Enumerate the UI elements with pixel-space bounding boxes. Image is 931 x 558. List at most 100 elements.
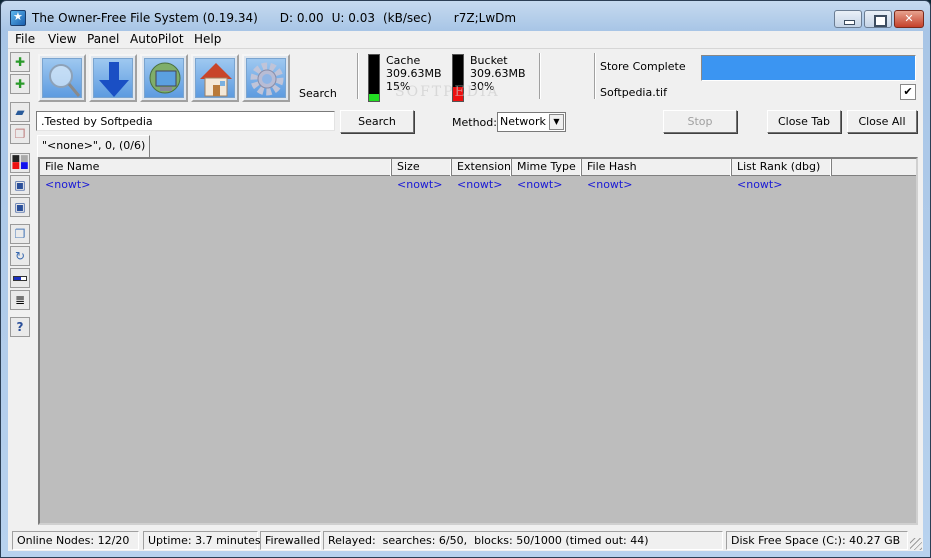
maximize-button[interactable] xyxy=(864,10,892,28)
stop-button[interactable]: Stop xyxy=(663,110,737,133)
toolbar-home-button[interactable] xyxy=(191,54,239,102)
refresh-icon: ↻ xyxy=(14,249,26,263)
toolbar-network-button[interactable] xyxy=(140,54,188,102)
column-header-list-rank[interactable]: List Rank (dbg) xyxy=(732,159,832,176)
open-folder-icon: ▰ xyxy=(15,105,25,119)
close-tab-button[interactable]: Close Tab xyxy=(767,110,841,133)
status-online-nodes: Online Nodes: 12/20 xyxy=(12,531,139,550)
menu-help[interactable]: Help xyxy=(194,32,221,46)
cache-label: Cache xyxy=(386,54,421,67)
paste-icon: ❐ xyxy=(14,227,26,241)
help-icon: ? xyxy=(16,320,24,334)
search-input[interactable] xyxy=(36,111,335,131)
palette-button[interactable]: ■■ ■■ xyxy=(10,153,30,173)
download-rate: D: 0.00 xyxy=(279,11,324,25)
bucket-meter xyxy=(452,54,464,102)
rate-unit: (kB/sec) xyxy=(382,11,432,25)
app-title: The Owner-Free File System (0.19.34) xyxy=(32,11,258,25)
save-icon: ▣ xyxy=(14,178,26,192)
gear-icon xyxy=(250,62,284,96)
refresh-button[interactable]: ↻ xyxy=(10,246,30,266)
title-bar[interactable]: The Owner-Free File System (0.19.34) D: 0… xyxy=(1,1,930,31)
globe-monitor-icon xyxy=(149,62,181,94)
menu-autopilot[interactable]: AutoPilot xyxy=(130,32,184,46)
store-complete-checkbox[interactable]: ✔ xyxy=(900,84,916,100)
save-icon: ▣ xyxy=(14,200,26,214)
home-icon xyxy=(200,63,232,97)
close-all-button[interactable]: Close All xyxy=(847,110,917,133)
cell-mime-type: <nowt> xyxy=(517,178,563,191)
status-bar: Online Nodes: 12/20 Uptime: 3.7 minutes … xyxy=(8,529,923,551)
bucket-info: Bucket 309.63MB 30% xyxy=(470,54,526,93)
app-window: The Owner-Free File System (0.19.34) D: 0… xyxy=(0,0,931,558)
result-tab[interactable]: "<none>", 0, (0/6) xyxy=(37,135,151,157)
menu-panel[interactable]: Panel xyxy=(87,32,119,46)
column-header-file-name[interactable]: File Name xyxy=(40,159,392,176)
method-value: Network xyxy=(500,115,546,128)
toolbar-separator xyxy=(594,53,596,99)
column-header-file-hash[interactable]: File Hash xyxy=(582,159,732,176)
method-select[interactable]: Network ▼ xyxy=(497,112,566,132)
cache-info: Cache 309.63MB 15% xyxy=(386,54,442,93)
search-button[interactable]: Search xyxy=(340,110,414,133)
save-as-button[interactable]: ▣ xyxy=(10,197,30,217)
copy-button[interactable]: ❐ xyxy=(10,124,30,144)
status-relayed: Relayed: searches: 6/50, blocks: 50/1000… xyxy=(323,531,723,550)
method-label: Method: xyxy=(452,116,497,129)
copy-icon: ❐ xyxy=(14,127,26,141)
cache-meter-fill xyxy=(369,94,379,101)
toolbar-separator xyxy=(539,53,541,99)
add-document-icon: ✚ xyxy=(14,77,26,91)
column-header-size[interactable]: Size xyxy=(392,159,452,176)
status-disk-space: Disk Free Space (C:): 40.27 GB xyxy=(726,531,908,550)
maximize-icon xyxy=(865,11,891,27)
minimize-button[interactable] xyxy=(834,10,862,28)
cell-file-hash: <nowt> xyxy=(587,178,633,191)
bucket-size: 309.63MB xyxy=(470,67,526,80)
minimize-icon xyxy=(835,11,861,27)
app-icon xyxy=(10,10,26,26)
cell-extension: <nowt> xyxy=(457,178,503,191)
close-icon: ✕ xyxy=(904,12,914,25)
column-header-mime-type[interactable]: Mime Type xyxy=(512,159,582,176)
grid-header: File Name Size Extension Mime Type File … xyxy=(40,159,916,176)
color-palette-icon: ■■ ■■ xyxy=(11,154,29,171)
upload-rate: U: 0.03 xyxy=(331,11,375,25)
progress-button[interactable] xyxy=(10,268,30,288)
menu-bar: File View Panel AutoPilot Help xyxy=(8,31,923,49)
store-progress-bar xyxy=(701,55,916,81)
bucket-percent: 30% xyxy=(470,80,495,93)
new-item-button-1[interactable]: ✚ xyxy=(10,52,30,72)
text-lines-icon: ≣ xyxy=(14,293,26,307)
toolbar-search-button[interactable] xyxy=(38,54,86,102)
add-document-icon: ✚ xyxy=(14,55,26,69)
menu-file[interactable]: File xyxy=(15,32,35,46)
close-window-button[interactable]: ✕ xyxy=(894,10,924,28)
toolbar-separator xyxy=(357,53,359,99)
window-title: The Owner-Free File System (0.19.34) D: 0… xyxy=(32,11,538,25)
chevron-down-icon[interactable]: ▼ xyxy=(549,114,564,130)
menu-view[interactable]: View xyxy=(48,32,76,46)
toolbar-download-button[interactable] xyxy=(89,54,137,102)
help-button[interactable]: ? xyxy=(10,317,30,337)
column-header-extension[interactable]: Extension xyxy=(452,159,512,176)
cell-size: <nowt> xyxy=(397,178,443,191)
progress-bar-icon xyxy=(13,275,27,281)
list-button[interactable]: ≣ xyxy=(10,290,30,310)
node-id: r7Z;LwDm xyxy=(453,11,517,25)
toolbar-current-label: Search xyxy=(299,87,337,100)
paste-button[interactable]: ❐ xyxy=(10,224,30,244)
cache-meter xyxy=(368,54,380,102)
resize-grip[interactable] xyxy=(910,538,922,550)
bucket-label: Bucket xyxy=(470,54,508,67)
side-toolbar: ✚ ✚ ▰ ❐ ■■ ■■ ▣ ▣ ❐ ↻ ≣ ? xyxy=(8,52,32,532)
save-button[interactable]: ▣ xyxy=(10,175,30,195)
status-firewall: Firewalled xyxy=(260,531,321,550)
bucket-meter-fill xyxy=(453,87,463,101)
client-area: File View Panel AutoPilot Help ✚ ✚ ▰ ❐ ■… xyxy=(8,31,923,551)
main-toolbar: Search Cache 309.63MB 15% Bucket 309.63M… xyxy=(36,51,921,102)
toolbar-settings-button[interactable] xyxy=(242,54,290,102)
open-folder-button[interactable]: ▰ xyxy=(10,102,30,122)
search-row: Search Method: Network ▼ Stop Close Tab … xyxy=(36,109,921,135)
new-item-button-2[interactable]: ✚ xyxy=(10,74,30,94)
